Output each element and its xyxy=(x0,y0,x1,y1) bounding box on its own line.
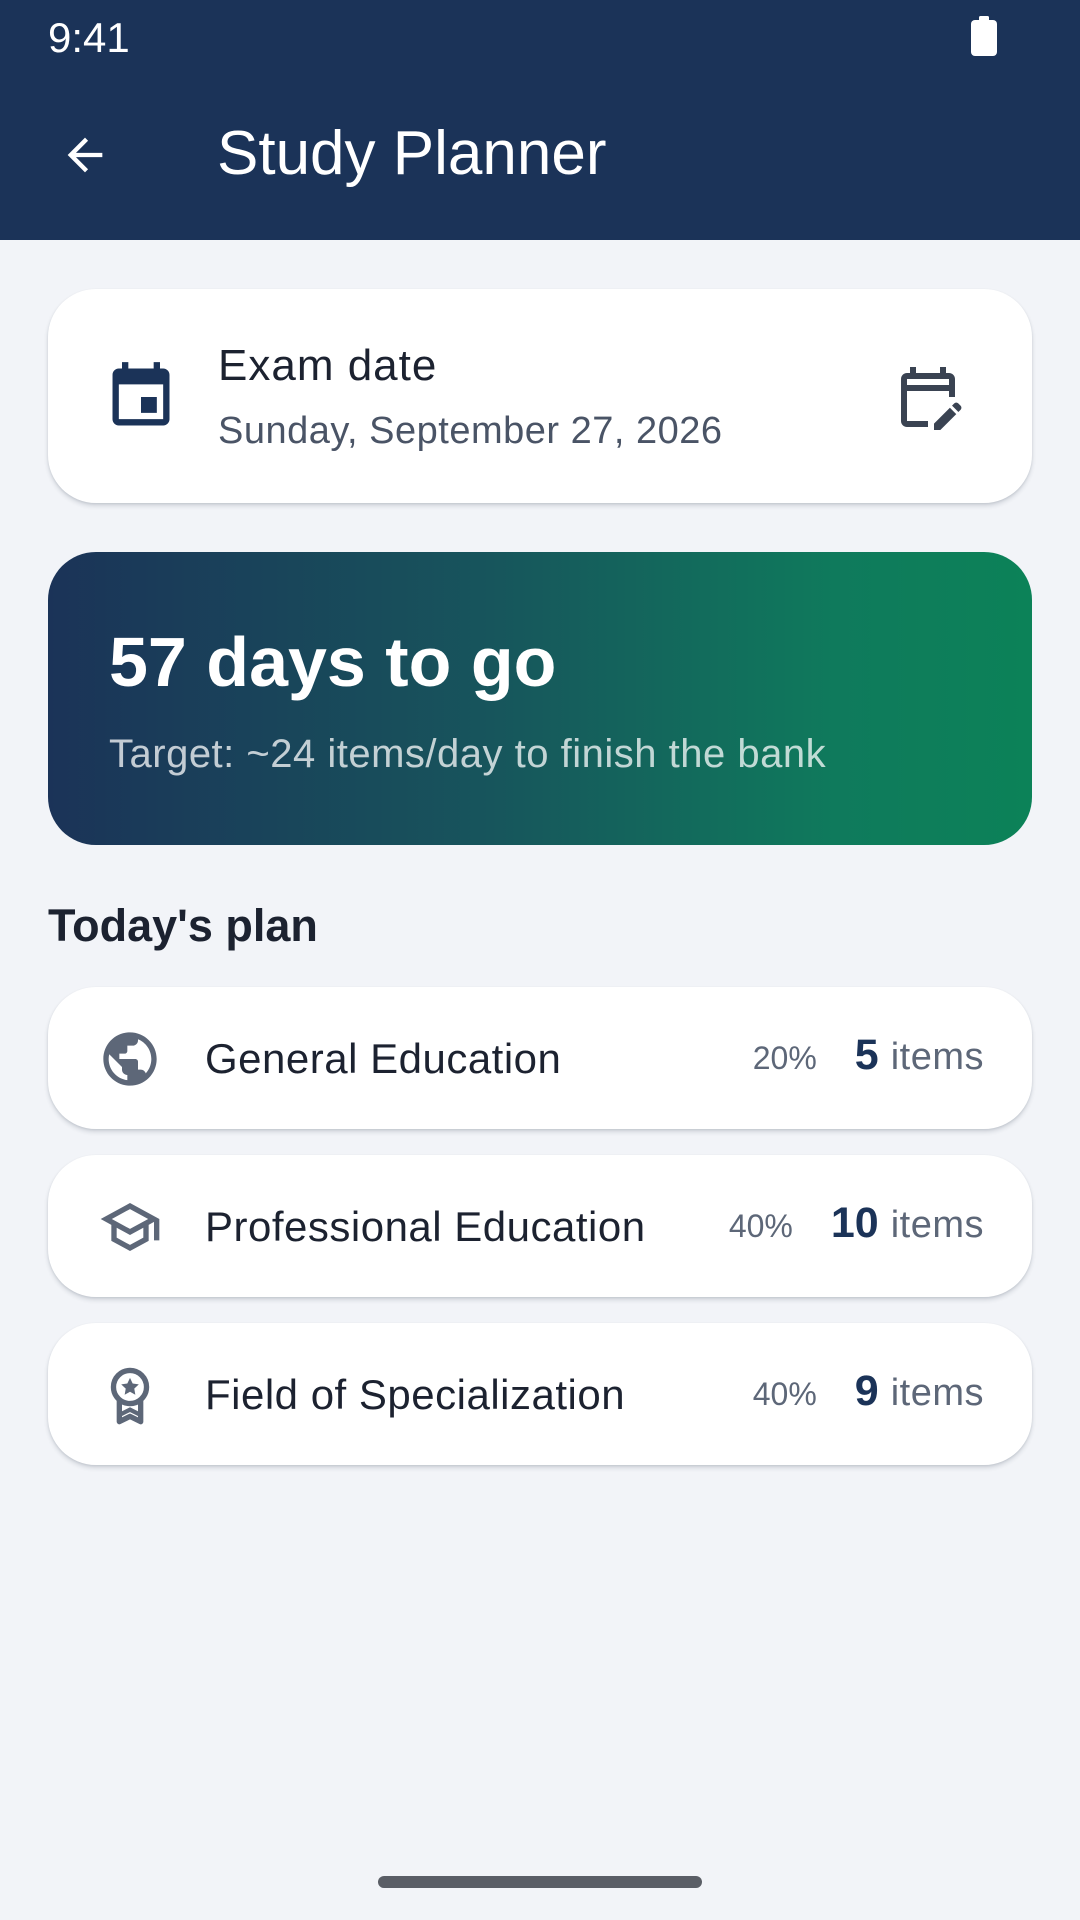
plan-item-unit: items xyxy=(890,1372,984,1414)
plan-item-stats: 40% 9 items xyxy=(753,1367,984,1416)
plan-item-name: Professional Education xyxy=(205,1203,646,1250)
plan-item-general-education[interactable]: General Education 20% 5 items xyxy=(48,987,1032,1129)
status-time: 9:41 xyxy=(48,14,130,61)
plan-item-percent: 40% xyxy=(728,1208,793,1244)
countdown-title: 57 days to go xyxy=(109,623,557,701)
section-title: Today's plan xyxy=(48,900,318,951)
countdown-subtitle: Target: ~24 items/day to finish the bank xyxy=(109,732,827,776)
graduation-cap-icon xyxy=(98,1195,162,1259)
countdown-banner: 57 days to go Target: ~24 items/day to f… xyxy=(48,552,1032,845)
edit-calendar-icon xyxy=(892,361,964,438)
plan-item-percent: 20% xyxy=(752,1040,817,1076)
plan-item-field-of-specialization[interactable]: Field of Specialization 40% 9 items xyxy=(48,1323,1032,1465)
arrow-back-icon xyxy=(59,129,111,186)
app-bar: 9:41 Study Planner xyxy=(0,0,1080,240)
edit-date-button[interactable] xyxy=(878,349,978,449)
battery-icon xyxy=(971,16,997,56)
page-title: Study Planner xyxy=(217,119,607,188)
plan-item-count: 9 xyxy=(854,1367,879,1415)
plan-item-stats: 40% 10 items xyxy=(729,1199,984,1248)
plan-item-percent: 40% xyxy=(752,1376,817,1412)
plan-item-unit: items xyxy=(890,1036,984,1078)
award-ribbon-icon xyxy=(98,1363,162,1427)
calendar-icon xyxy=(103,359,179,435)
plan-item-count: 10 xyxy=(830,1199,879,1247)
back-button[interactable] xyxy=(40,112,130,202)
plan-item-count: 5 xyxy=(854,1031,879,1079)
plan-item-professional-education[interactable]: Professional Education 40% 10 items xyxy=(48,1155,1032,1297)
exam-date-card[interactable]: Exam date Sunday, September 27, 2026 xyxy=(48,289,1032,503)
exam-date-value: Sunday, September 27, 2026 xyxy=(218,410,723,452)
globe-icon xyxy=(98,1027,162,1091)
plan-item-name: Field of Specialization xyxy=(205,1371,626,1418)
home-indicator[interactable] xyxy=(378,1876,702,1888)
plan-item-stats: 20% 5 items xyxy=(753,1031,984,1080)
plan-item-name: General Education xyxy=(205,1035,562,1082)
plan-item-unit: items xyxy=(890,1204,984,1246)
exam-date-label: Exam date xyxy=(218,341,438,390)
